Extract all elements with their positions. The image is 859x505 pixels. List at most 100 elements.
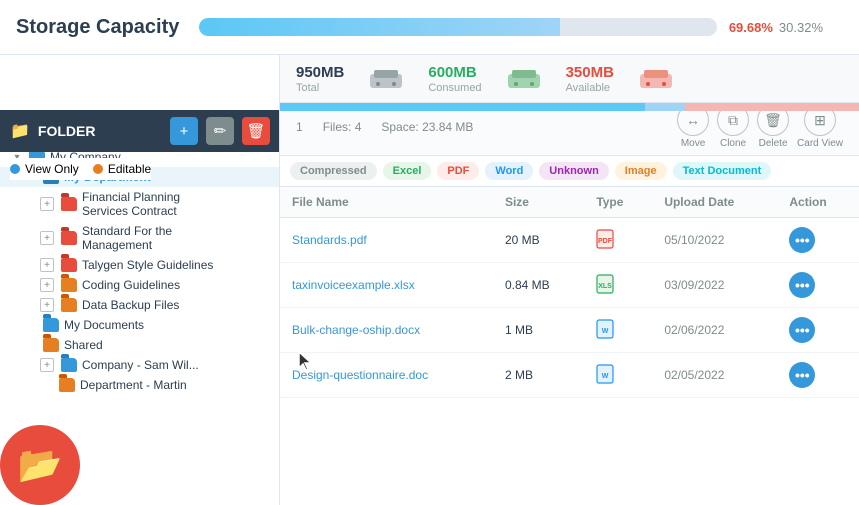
chip-text-document[interactable]: Text Document xyxy=(673,162,772,180)
space-stat: Space: 23.84 MB xyxy=(381,120,473,134)
file-action-dots[interactable]: ••• xyxy=(789,272,815,298)
file-action-dots[interactable]: ••• xyxy=(789,362,815,388)
tree-item-financial-planning[interactable]: + Financial PlanningServices Contract xyxy=(0,187,279,221)
view-only-toggle[interactable]: View Only xyxy=(10,162,79,176)
table-row: Design-questionnaire.doc 2 MB W 02/05/20… xyxy=(280,353,859,398)
right-panel: You are in: My Department + Add files ▲ … xyxy=(280,55,859,505)
stat-total-label: Total xyxy=(296,82,319,94)
tree-toggle-shared xyxy=(24,338,38,352)
main-content: 📁 FOLDER + ✏ 🗑 View Only Editable xyxy=(0,55,859,505)
tree-item-coding[interactable]: + Coding Guidelines xyxy=(0,275,279,295)
table-row: Standards.pdf 20 MB PDF 05/10/2022 ••• xyxy=(280,218,859,263)
tree-item-standard-management[interactable]: + Standard For theManagement xyxy=(0,221,279,255)
chip-word[interactable]: Word xyxy=(485,162,533,180)
stat-available: 350MB Available xyxy=(566,64,614,94)
tree-expand-coding[interactable]: + xyxy=(40,278,54,292)
tree-label-my-documents: My Documents xyxy=(64,318,144,332)
col-action: Action xyxy=(777,187,859,218)
table-row: Bulk-change-oship.docx 1 MB W 02/06/2022… xyxy=(280,308,859,353)
stats-row: 950MB Total 600MB Consumed 350MB xyxy=(280,55,859,103)
move-label: Move xyxy=(681,138,705,149)
stat-total-value: 950MB xyxy=(296,64,344,81)
tree-item-data-backup[interactable]: + Data Backup Files xyxy=(0,295,279,315)
folder-toolbar-icon: 📁 xyxy=(10,121,30,141)
folder-toolbar-label: FOLDER xyxy=(38,123,96,139)
svg-text:W: W xyxy=(602,328,609,335)
storage-pct-free: 30.32% xyxy=(779,20,823,35)
file-type-cell: W xyxy=(584,353,652,398)
chip-compressed[interactable]: Compressed xyxy=(290,162,377,180)
table-row: taxinvoiceexample.xlsx 0.84 MB XLS 03/09… xyxy=(280,263,859,308)
tree-label-backup: Data Backup Files xyxy=(82,298,179,312)
file-type-cell: W xyxy=(584,308,652,353)
editable-dot xyxy=(93,164,103,174)
file-action-cell: ••• xyxy=(777,353,859,398)
folder-count-stat: 1 xyxy=(296,120,303,134)
editable-label: Editable xyxy=(108,162,151,176)
file-action-cell: ••• xyxy=(777,218,859,263)
tree-item-dept-martin[interactable]: Department - Martin xyxy=(0,375,279,395)
svg-text:XLS: XLS xyxy=(599,283,613,290)
file-date-cell: 03/09/2022 xyxy=(652,263,777,308)
stat-available-label: Available xyxy=(566,82,610,94)
edit-folder-button[interactable]: ✏ xyxy=(206,117,234,145)
add-folder-button[interactable]: + xyxy=(170,117,198,145)
folder-icon-financial xyxy=(61,197,77,211)
file-name-link[interactable]: Design-questionnaire.doc xyxy=(292,368,428,382)
bottom-folder-button[interactable]: 📂 xyxy=(0,425,80,505)
file-name-link[interactable]: Bulk-change-oship.docx xyxy=(292,323,420,337)
files-table: File Name Size Type Upload Date Action S… xyxy=(280,187,859,398)
stat-available-value: 350MB xyxy=(566,64,614,81)
file-type-cell: PDF xyxy=(584,218,652,263)
file-size-cell: 2 MB xyxy=(493,353,584,398)
storage-pct-used: 69.68% xyxy=(729,20,773,35)
tree-expand-backup[interactable]: + xyxy=(40,298,54,312)
delete-folder-button[interactable]: 🗑 xyxy=(242,117,270,145)
file-name-link[interactable]: Standards.pdf xyxy=(292,233,367,247)
stat-available-icon xyxy=(638,68,674,90)
view-only-label: View Only xyxy=(25,162,79,176)
file-name-cell: Standards.pdf xyxy=(280,218,493,263)
tree-item-my-documents[interactable]: My Documents xyxy=(0,315,279,335)
tree-toggle-dept-martin xyxy=(40,378,54,392)
folder-icon-backup xyxy=(61,298,77,312)
top-bar: Storage Capacity 69.68% 30.32% xyxy=(0,0,859,55)
view-only-dot xyxy=(10,164,20,174)
file-action-dots[interactable]: ••• xyxy=(789,317,815,343)
chip-unknown[interactable]: Unknown xyxy=(539,162,609,180)
view-toggles: View Only Editable xyxy=(10,158,151,180)
tree-toggle-my-documents xyxy=(24,318,38,332)
file-date-cell: 02/06/2022 xyxy=(652,308,777,353)
stat-consumed-icon xyxy=(506,68,542,90)
col-size: Size xyxy=(493,187,584,218)
file-name-link[interactable]: taxinvoiceexample.xlsx xyxy=(292,278,415,292)
chip-image[interactable]: Image xyxy=(615,162,667,180)
chip-pdf[interactable]: PDF xyxy=(437,162,479,180)
folder-tree: ▾ My Company ▾ My Department + Financial… xyxy=(0,143,279,399)
tree-item-shared[interactable]: Shared xyxy=(0,335,279,355)
tree-expand-standard[interactable]: + xyxy=(40,231,54,245)
tree-expand-financial[interactable]: + xyxy=(40,197,54,211)
tree-expand-company-sam[interactable]: + xyxy=(40,358,54,372)
file-name-cell: Bulk-change-oship.docx xyxy=(280,308,493,353)
stat-total: 950MB Total xyxy=(296,64,344,94)
editable-toggle[interactable]: Editable xyxy=(93,162,151,176)
storage-bar-fill xyxy=(199,18,560,36)
app-container: Storage Capacity 69.68% 30.32% 950MB Tot… xyxy=(0,0,859,505)
tree-item-company-sam[interactable]: + Company - Sam Wil... xyxy=(0,355,279,375)
file-action-cell: ••• xyxy=(777,308,859,353)
bottom-folder-icon: 📂 xyxy=(18,444,63,486)
tree-label-dept-martin: Department - Martin xyxy=(80,378,187,392)
card-view-label: Card View xyxy=(797,138,843,149)
stat-consumed-label: Consumed xyxy=(428,82,481,94)
page-title: Storage Capacity xyxy=(16,16,179,39)
storage-bar-container: 69.68% 30.32% xyxy=(199,18,823,36)
file-name-cell: taxinvoiceexample.xlsx xyxy=(280,263,493,308)
tree-item-talygen-style[interactable]: + Talygen Style Guidelines xyxy=(0,255,279,275)
svg-text:PDF: PDF xyxy=(598,238,613,245)
tree-expand-talygen[interactable]: + xyxy=(40,258,54,272)
file-date-cell: 02/05/2022 xyxy=(652,353,777,398)
file-action-dots[interactable]: ••• xyxy=(789,227,815,253)
file-size-cell: 20 MB xyxy=(493,218,584,263)
chip-excel[interactable]: Excel xyxy=(383,162,432,180)
